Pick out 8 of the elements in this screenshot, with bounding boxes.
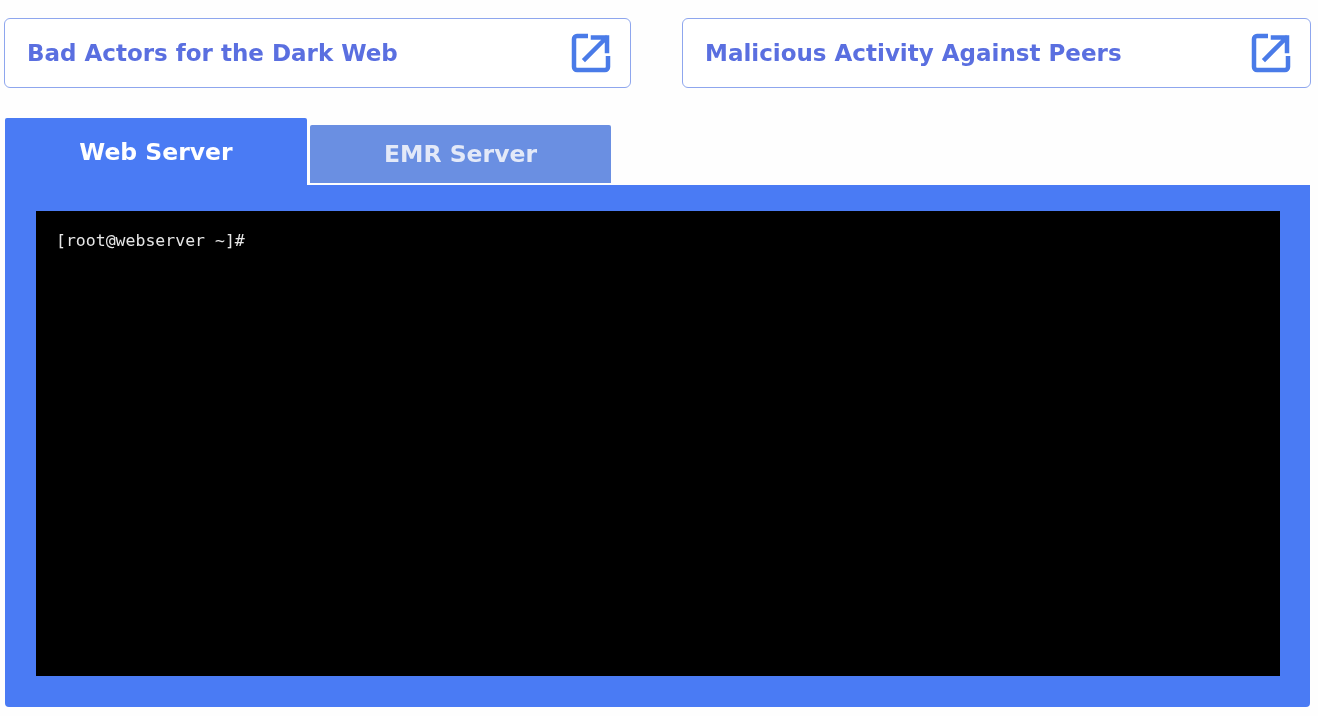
- resource-link[interactable]: Malicious Activity Against Peers: [682, 18, 1311, 88]
- external-link-icon: [571, 33, 611, 73]
- tab[interactable]: EMR Server: [310, 125, 611, 183]
- resource-link[interactable]: Bad Actors for the Dark Web: [4, 18, 631, 88]
- tab[interactable]: Web Server: [5, 118, 307, 185]
- terminal-field[interactable]: [root@webserver ~]#: [36, 211, 1280, 676]
- external-link-icon: [1251, 33, 1291, 73]
- terminal-prompt: [root@webserver ~]#: [56, 231, 245, 250]
